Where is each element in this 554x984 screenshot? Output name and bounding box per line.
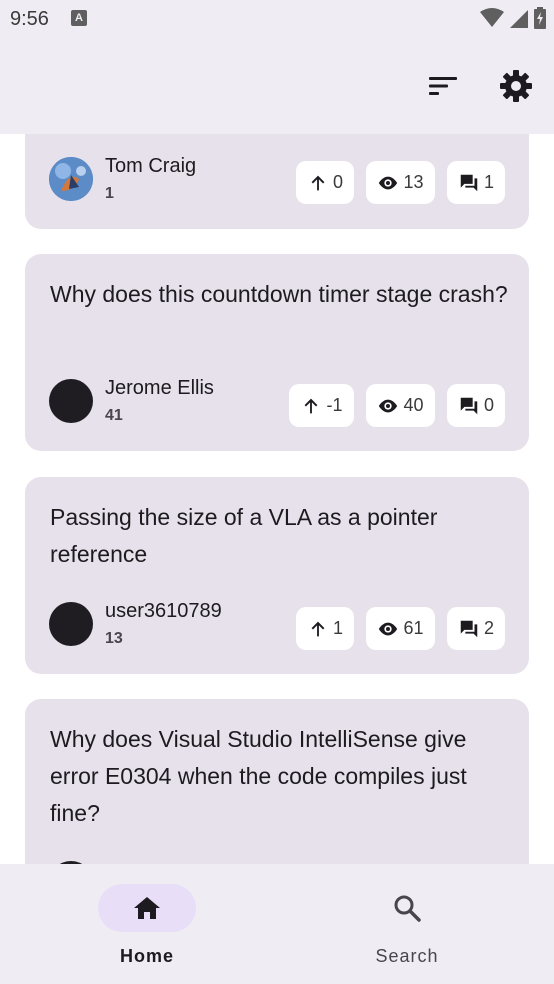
user-name[interactable]: Tom Craig [105, 155, 196, 178]
question-card[interactable]: Why does Visual Studio IntelliSense give… [25, 699, 529, 864]
user-reputation: 1 [105, 185, 114, 202]
forum-icon [460, 620, 478, 637]
nav-home-label: Home [119, 946, 174, 966]
eye-icon [379, 399, 398, 412]
answers-count: 2 [483, 618, 494, 638]
forum-icon [460, 174, 478, 191]
avatar [49, 157, 93, 201]
votes-count: -1 [326, 395, 343, 415]
views-badge: 13 [366, 161, 435, 204]
question-card[interactable]: Tom Craig 1 0 13 1 [25, 134, 529, 229]
votes-count: 0 [332, 172, 343, 192]
top-app-bar [0, 38, 554, 134]
answers-count: 1 [483, 172, 494, 192]
user-name[interactable]: Jerome Ellis [105, 377, 214, 400]
answers-badge: 1 [447, 161, 505, 204]
nav-search[interactable]: Search [327, 884, 487, 974]
avatar [49, 602, 93, 646]
status-time: 9:56 [10, 8, 49, 30]
views-count: 61 [403, 618, 424, 638]
sort-icon[interactable] [425, 68, 461, 104]
eye-icon [379, 622, 398, 635]
question-title[interactable]: Passing the size of a VLA as a pointer r… [50, 499, 510, 573]
question-list[interactable]: Tom Craig 1 0 13 1 Why does this countdo… [0, 134, 554, 864]
votes-count: 1 [332, 618, 343, 638]
status-bar: 9:56 A [0, 0, 554, 38]
views-count: 13 [403, 172, 424, 192]
views-count: 40 [403, 395, 424, 415]
answers-badge: 0 [447, 384, 505, 427]
views-badge: 61 [366, 607, 435, 650]
avatar [49, 379, 93, 423]
keyboard-a-icon: A [71, 10, 87, 26]
battery-icon [534, 7, 546, 29]
user-reputation: 13 [105, 630, 123, 647]
arrow-up-icon [311, 175, 325, 190]
arrow-up-icon [311, 621, 325, 636]
votes-badge: 1 [296, 607, 354, 650]
forum-icon [460, 397, 478, 414]
user-reputation: 41 [105, 407, 123, 424]
home-icon [134, 897, 160, 919]
question-title[interactable]: Why does Visual Studio IntelliSense give… [50, 721, 510, 832]
wifi-icon [480, 8, 504, 27]
nav-home[interactable]: Home [67, 884, 227, 974]
answers-count: 0 [483, 395, 494, 415]
signal-icon [510, 10, 528, 28]
nav-search-label: Search [375, 946, 439, 966]
search-icon [394, 895, 421, 922]
votes-badge: 0 [296, 161, 354, 204]
votes-badge: -1 [289, 384, 354, 427]
answers-badge: 2 [447, 607, 505, 650]
views-badge: 40 [366, 384, 435, 427]
gear-icon[interactable] [498, 68, 534, 104]
question-title[interactable]: Why does this countdown timer stage cras… [50, 276, 510, 313]
bottom-navigation: Home Search [0, 864, 554, 984]
question-card[interactable]: Passing the size of a VLA as a pointer r… [25, 477, 529, 674]
arrow-up-icon [305, 398, 318, 413]
user-name[interactable]: user3610789 [105, 600, 222, 623]
eye-icon [379, 176, 398, 189]
question-card[interactable]: Why does this countdown timer stage cras… [25, 254, 529, 451]
